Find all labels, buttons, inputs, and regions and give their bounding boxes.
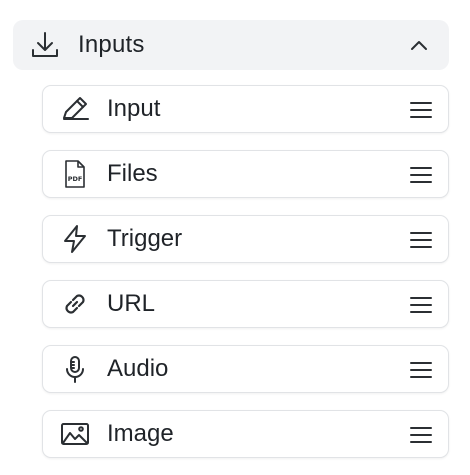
drag-handle-icon[interactable] [408,358,434,382]
drag-handle-icon[interactable] [408,423,434,447]
list-item-image[interactable]: Image [42,410,449,458]
pdf-label: PDF [68,175,83,183]
inputs-list: Input PDF Files Trigger URL Audio Image [42,85,449,475]
drag-handle-icon[interactable] [408,293,434,317]
microphone-icon [58,352,92,386]
image-icon [58,417,92,451]
list-item-files[interactable]: PDF Files [42,150,449,198]
pdf-file-icon: PDF [58,157,92,191]
download-icon [29,29,61,61]
item-label: Trigger [107,225,183,252]
item-label: Image [107,420,174,447]
item-label: Audio [107,355,169,382]
list-item-audio[interactable]: Audio [42,345,449,393]
item-label: URL [107,290,156,317]
drag-handle-icon[interactable] [408,98,434,122]
list-item-input[interactable]: Input [42,85,449,133]
item-label: Input [107,95,161,122]
lightning-icon [58,222,92,256]
chevron-up-icon[interactable] [407,33,431,57]
list-item-url[interactable]: URL [42,280,449,328]
list-item-trigger[interactable]: Trigger [42,215,449,263]
drag-handle-icon[interactable] [408,228,434,252]
section-title: Inputs [78,31,145,58]
inputs-section-header[interactable]: Inputs [13,20,449,70]
link-icon [58,287,92,321]
item-label: Files [107,160,158,187]
drag-handle-icon[interactable] [408,163,434,187]
pencil-icon [58,92,92,126]
